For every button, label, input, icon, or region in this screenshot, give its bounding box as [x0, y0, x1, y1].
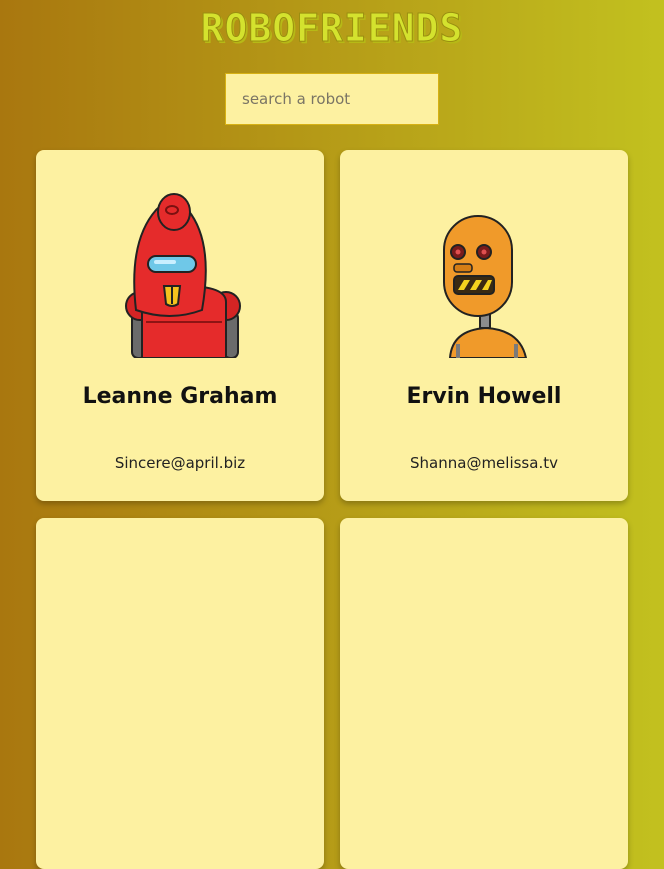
robot-name: Ervin Howell: [406, 384, 562, 409]
robot-avatar-orange: [443, 215, 528, 358]
robot-card[interactable]: Ervin Howell Shanna@melissa.tv: [340, 150, 628, 501]
robot-card[interactable]: [36, 518, 324, 869]
robot-card[interactable]: Leanne Graham Sincere@april.biz: [36, 150, 324, 501]
robot-avatar-red: [125, 193, 241, 358]
robot-email: Sincere@april.biz: [114, 454, 246, 472]
search-input[interactable]: [225, 73, 439, 125]
robot-card[interactable]: [340, 518, 628, 869]
robot-name: Leanne Graham: [82, 384, 278, 409]
robot-email: Shanna@melissa.tv: [410, 454, 558, 472]
app-title: ROBOFRIENDS: [200, 6, 464, 51]
